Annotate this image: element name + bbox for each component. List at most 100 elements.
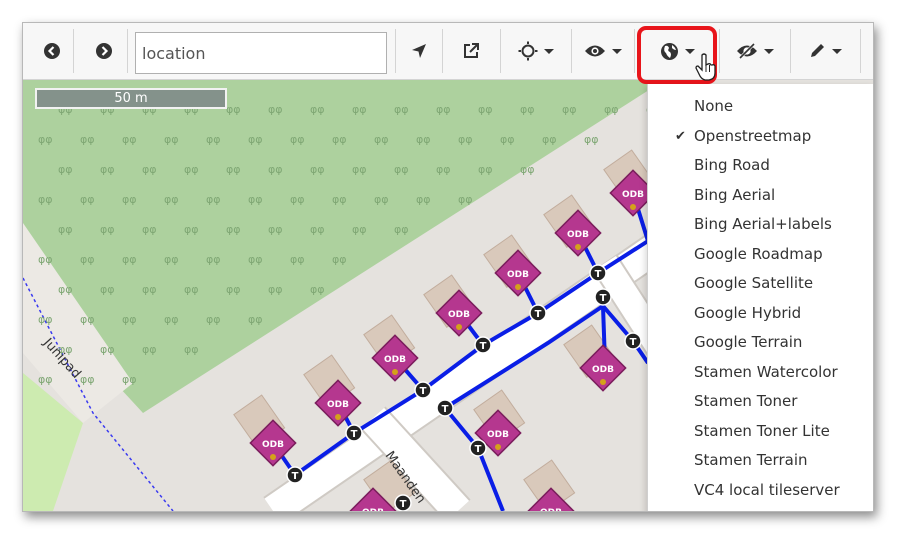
arrow-right-circle-icon [96, 43, 112, 59]
tree-icon: φφ [226, 223, 241, 236]
tree-icon: φφ [248, 193, 263, 206]
basemap-option-label: Google Hybrid [694, 303, 802, 322]
basemap-option[interactable]: Stamen Watercolor [648, 358, 873, 387]
tree-icon: φφ [436, 163, 451, 176]
odb-marker-label: ODB [622, 190, 644, 200]
basemap-option[interactable]: Bing Road [648, 151, 873, 180]
hand-cursor-icon [695, 53, 716, 81]
scale-bar: 50 m [35, 88, 227, 109]
tree-icon: φφ [100, 283, 115, 296]
basemap-option-label: VC4 local tileserver [694, 480, 840, 499]
chevron-down-icon [832, 48, 842, 54]
tree-icon: φφ [374, 133, 389, 146]
sun-icon [518, 41, 538, 61]
tree-icon: φφ [248, 253, 263, 266]
edit-button[interactable] [790, 29, 861, 73]
external-link-icon [464, 43, 479, 58]
tree-icon: φφ [416, 193, 431, 206]
tree-icon: φφ [290, 133, 305, 146]
tree-icon: φφ [142, 283, 157, 296]
tree-icon: φφ [80, 193, 95, 206]
tree-icon: φφ [206, 133, 221, 146]
location-search-input[interactable] [135, 32, 387, 74]
tree-icon: φφ [310, 103, 325, 116]
basemap-option[interactable]: Google Satellite [648, 269, 873, 298]
hide-layers-button[interactable] [719, 29, 791, 73]
tree-icon: φφ [80, 133, 95, 146]
tree-icon: φφ [58, 283, 73, 296]
basemap-option[interactable]: ✔ Openstreetmap [648, 122, 873, 151]
junction-node-label: T [351, 429, 358, 440]
junction-node-label: T [600, 293, 607, 304]
basemap-option-label: Stamen Watercolor [694, 362, 838, 381]
odb-marker-label: ODB [540, 508, 562, 511]
tree-icon: φφ [122, 253, 137, 266]
basemap-dropdown: None ✔ Openstreetmap Bing Road Bing Aerial Bi… [647, 84, 873, 511]
tree-icon: φφ [332, 253, 347, 266]
tree-icon: φφ [290, 253, 305, 266]
visibility-button[interactable] [572, 29, 635, 73]
external-link-button[interactable] [442, 29, 501, 73]
basemap-option-label: Stamen Terrain [694, 451, 808, 469]
tree-icon: φφ [290, 193, 305, 206]
brightness-button[interactable] [501, 29, 572, 73]
tree-icon: φφ [520, 103, 535, 116]
tree-icon: φφ [394, 163, 409, 176]
tree-icon: φφ [164, 253, 179, 266]
eye-slash-icon [737, 43, 757, 59]
marker-dot [335, 414, 341, 420]
scale-label: 50 m [114, 91, 148, 106]
basemap-option[interactable]: Stamen Toner Lite [648, 417, 873, 446]
marker-dot [515, 284, 521, 290]
marker-dot [630, 204, 636, 210]
map-window: φφ φφ φφ φφ φφ φφ φφ φφ φφ φφ φφ φφ φφ φφ φφ φφ φφ φφ φφ φφ… [22, 22, 874, 512]
back-button[interactable] [31, 29, 74, 73]
tree-icon: φφ [584, 133, 599, 146]
tree-icon: φφ [164, 313, 179, 326]
basemap-option[interactable]: Google Hybrid [648, 299, 873, 328]
tree-icon: φφ [310, 163, 325, 176]
tree-icon: φφ [436, 103, 451, 116]
tree-icon: φφ [38, 373, 53, 386]
basemap-option-label: Bing Road [694, 156, 770, 174]
tree-icon: φφ [164, 133, 179, 146]
tree-icon: φφ [142, 223, 157, 236]
tree-icon: φφ [122, 133, 137, 146]
tree-icon: φφ [80, 373, 95, 386]
odb-marker-label: ODB [592, 365, 614, 375]
basemap-option[interactable]: VC4 local tileserver [648, 476, 873, 505]
tree-icon: φφ [38, 193, 53, 206]
tree-icon: φφ [58, 163, 73, 176]
odb-marker-label: ODB [567, 230, 589, 240]
basemap-option[interactable]: Bing Aerial+labels [648, 210, 873, 239]
locate-button[interactable] [395, 29, 443, 73]
basemap-option[interactable]: Stamen Toner [648, 387, 873, 416]
junction-node-label: T [442, 404, 449, 415]
basemap-option[interactable]: Google Roadmap [648, 240, 873, 269]
basemap-option[interactable]: Google Terrain [648, 328, 873, 357]
tree-icon: φφ [142, 163, 157, 176]
tree-icon: φφ [80, 253, 95, 266]
basemap-option-label: Google Roadmap [694, 244, 823, 263]
tree-icon: φφ [542, 133, 557, 146]
tree-icon: φφ [310, 223, 325, 236]
junction-node-label: T [475, 444, 482, 455]
tree-icon: φφ [416, 133, 431, 146]
tree-icon: φφ [394, 223, 409, 236]
tree-icon: φφ [206, 253, 221, 266]
basemap-option[interactable]: None [648, 92, 873, 121]
tree-icon: φφ [562, 103, 577, 116]
tree-icon: φφ [38, 253, 53, 266]
tree-icon: φφ [122, 193, 137, 206]
basemap-option-label: Stamen Toner [694, 392, 798, 410]
tree-icon: φφ [268, 103, 283, 116]
tree-icon: φφ [142, 343, 157, 356]
tree-icon: φφ [458, 193, 473, 206]
marker-dot [600, 379, 606, 385]
tree-icon: φφ [352, 103, 367, 116]
forward-button[interactable] [81, 29, 128, 73]
marker-dot [456, 324, 462, 330]
tree-icon: φφ [184, 283, 199, 296]
basemap-option[interactable]: Bing Aerial [648, 181, 873, 210]
basemap-option[interactable]: Stamen Terrain [648, 446, 873, 475]
